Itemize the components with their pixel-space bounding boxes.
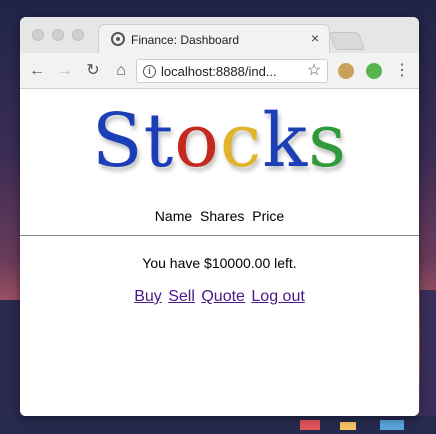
quote-link[interactable]: Quote — [201, 288, 245, 305]
home-icon[interactable]: ⌂ — [112, 62, 130, 80]
divider — [20, 235, 419, 236]
info-icon[interactable]: i — [143, 65, 156, 78]
logout-link[interactable]: Log out — [251, 288, 304, 305]
logo-letter: S — [91, 98, 144, 184]
sell-link[interactable]: Sell — [168, 288, 195, 305]
logo-letter: t — [143, 98, 175, 184]
buy-link[interactable]: Buy — [134, 288, 162, 305]
extension-icon[interactable] — [338, 63, 354, 79]
wallpaper-light — [340, 422, 356, 430]
wallpaper-ground — [0, 416, 436, 434]
logo-letter: c — [219, 98, 263, 184]
column-header-shares: Shares — [200, 208, 245, 224]
logo-letter: k — [262, 98, 309, 184]
back-icon[interactable]: ← — [28, 62, 46, 80]
forward-icon[interactable]: → — [56, 62, 74, 80]
logo-letter: o — [174, 98, 220, 184]
wallpaper-light — [380, 420, 404, 430]
title-bar: Finance: Dashboard × — [20, 17, 419, 53]
close-tab-icon[interactable]: × — [311, 30, 319, 46]
column-header-price: Price — [252, 208, 285, 224]
browser-window: Finance: Dashboard × ← → ↻ ⌂ i localhost… — [20, 17, 419, 416]
close-window-button[interactable] — [32, 29, 44, 41]
globe-icon — [111, 32, 125, 46]
tab-title: Finance: Dashboard — [131, 33, 240, 47]
nav-links: Buy Sell Quote Log out — [20, 288, 419, 306]
browser-tab[interactable]: Finance: Dashboard × — [98, 24, 330, 53]
reload-icon[interactable]: ↻ — [84, 62, 102, 80]
address-bar[interactable]: i localhost:8888/ind... — [136, 59, 328, 83]
logo-letter: s — [308, 98, 348, 184]
url-text[interactable]: localhost:8888/ind... — [161, 64, 277, 79]
wallpaper-light — [300, 420, 320, 430]
stocks-logo: Stocks — [20, 98, 419, 184]
portfolio-table-header: Name Shares Price — [20, 208, 419, 224]
cash-balance: You have $10000.00 left. — [142, 255, 297, 271]
wallpaper-building — [420, 290, 436, 434]
page-content: Stocks Name Shares Price You have $10000… — [20, 90, 419, 416]
wallpaper-building — [0, 300, 20, 434]
bookmark-star-icon[interactable]: ☆ — [305, 62, 323, 80]
new-tab-button[interactable] — [328, 32, 366, 50]
menu-icon[interactable]: ⋮ — [393, 62, 411, 80]
extension-icon[interactable] — [366, 63, 382, 79]
maximize-window-button[interactable] — [72, 29, 84, 41]
minimize-window-button[interactable] — [52, 29, 64, 41]
column-header-name: Name — [154, 208, 193, 224]
browser-toolbar: ← → ↻ ⌂ i localhost:8888/ind... ☆ ⋮ — [20, 53, 419, 89]
